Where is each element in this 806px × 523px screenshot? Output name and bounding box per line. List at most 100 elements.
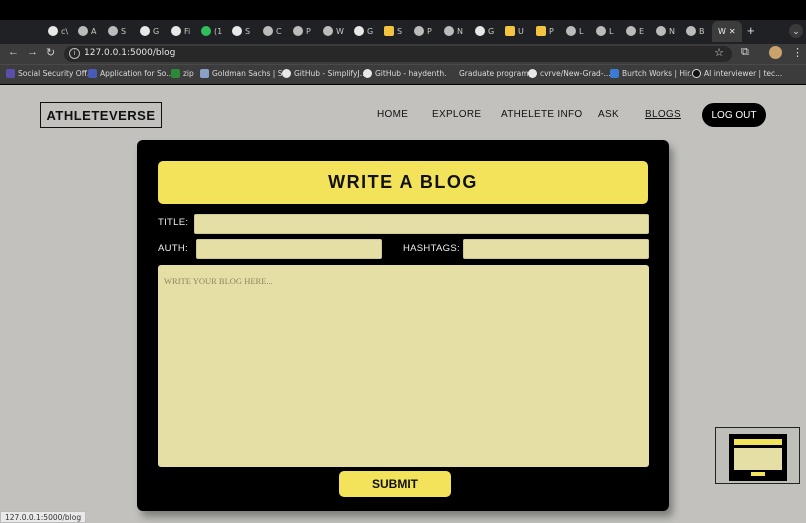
site-info-icon[interactable]: i <box>69 48 80 59</box>
github-icon <box>528 69 537 78</box>
bookmark-item[interactable]: zip <box>171 69 194 78</box>
browser-tab[interactable]: A <box>78 22 96 40</box>
browser-tab[interactable]: Fi <box>171 22 190 40</box>
globe-icon <box>596 26 606 36</box>
bookmark-item[interactable]: Graduate program... <box>447 69 536 78</box>
browser-tab[interactable]: (1 <box>201 22 222 40</box>
blog-body-textarea[interactable]: WRITE YOUR BLOG HERE... <box>158 265 649 467</box>
browser-tab[interactable]: P <box>536 22 554 40</box>
page-title: WRITE A BLOG <box>158 161 648 204</box>
mail-icon <box>414 26 424 36</box>
browser-menu-icon[interactable]: ⋮ <box>792 46 803 59</box>
forward-arrow-icon[interactable]: → <box>27 46 38 58</box>
bookmark-icon <box>88 69 97 78</box>
author-label: AUTH: <box>158 243 188 254</box>
github-icon <box>140 26 150 36</box>
browser-tab[interactable]: U <box>505 22 524 40</box>
address-bar[interactable]: i 127.0.0.1:5000/blog ☆ <box>64 46 732 62</box>
bookmarks-bar: Social Security Off... Application for S… <box>0 64 806 84</box>
bookmark-item[interactable]: Goldman Sachs | S... <box>200 69 290 78</box>
reload-icon[interactable]: ↻ <box>46 46 55 59</box>
blog-form-panel: WRITE A BLOG TITLE: AUTH: HASHTAGS: WRIT… <box>137 140 669 511</box>
mail-icon <box>293 26 303 36</box>
back-arrow-icon[interactable]: ← <box>8 46 19 58</box>
folder-icon <box>536 26 546 36</box>
browser-toolbar: ← → ↻ i 127.0.0.1:5000/blog ☆ ⧉ ⋮ <box>0 44 806 64</box>
nav-home[interactable]: HOME <box>377 109 408 120</box>
close-tab-icon[interactable]: ✕ <box>729 27 736 36</box>
folder-icon <box>384 26 394 36</box>
google-icon <box>354 26 364 36</box>
browser-tab-active[interactable]: W ✕ <box>712 21 742 42</box>
nav-athlete-info[interactable]: ATHELETE INFO <box>501 109 583 120</box>
nav-explore[interactable]: EXPLORE <box>432 109 481 120</box>
browser-tab[interactable]: P <box>293 22 311 40</box>
github-icon <box>48 26 58 36</box>
bookmark-icon <box>6 69 15 78</box>
globe-icon <box>78 26 88 36</box>
browser-tab[interactable]: C <box>263 22 282 40</box>
bookmark-item[interactable]: Burtch Works | Hir... <box>610 69 697 78</box>
title-input[interactable] <box>194 214 649 234</box>
browser-tab-strip: c\ A S G Fi (1 S C P W G S P N G U P L L… <box>0 0 806 44</box>
browser-tab[interactable]: N <box>656 22 675 40</box>
bookmark-item[interactable]: GitHub - haydenth... <box>363 69 451 78</box>
address-bar-url[interactable]: 127.0.0.1:5000/blog <box>84 48 175 58</box>
profile-avatar[interactable] <box>769 46 782 59</box>
new-tab-button[interactable]: + <box>747 23 755 38</box>
picture-in-picture-preview[interactable] <box>715 427 800 484</box>
globe-icon <box>263 26 273 36</box>
bookmark-star-icon[interactable]: ☆ <box>714 46 724 59</box>
nav-ask[interactable]: ASK <box>598 109 619 120</box>
preview-textarea <box>734 448 782 470</box>
hashtags-input[interactable] <box>463 239 649 259</box>
browser-tab[interactable]: S <box>232 22 250 40</box>
browser-tab[interactable]: L <box>596 22 613 40</box>
browser-tab[interactable]: G <box>475 22 494 40</box>
submit-button[interactable]: SUBMIT <box>339 471 451 497</box>
globe-icon <box>626 26 636 36</box>
browser-tab[interactable]: G <box>354 22 373 40</box>
blog-body-placeholder: WRITE YOUR BLOG HERE... <box>164 276 273 286</box>
whatsapp-icon <box>201 26 211 36</box>
bookmark-item[interactable]: GitHub - SimplifyJ... <box>282 69 367 78</box>
bookmark-icon <box>610 69 619 78</box>
bookmark-item[interactable]: Social Security Off... <box>6 69 94 78</box>
tab-search-button[interactable]: ⌄ <box>789 24 803 38</box>
nav-blogs[interactable]: BLOGS <box>645 109 681 120</box>
google-icon <box>232 26 242 36</box>
browser-tab[interactable]: L <box>566 22 583 40</box>
bookmark-icon <box>200 69 209 78</box>
bookmark-item[interactable]: cvrve/New-Grad-... <box>528 69 611 78</box>
bookmark-item[interactable]: Application for So... <box>88 69 173 78</box>
globe-icon <box>108 26 118 36</box>
logout-button[interactable]: LOG OUT <box>702 103 766 127</box>
extensions-icon[interactable]: ⧉ <box>741 46 749 59</box>
github-icon <box>171 26 181 36</box>
globe-icon <box>566 26 576 36</box>
status-bar-url: 127.0.0.1:5000/blog <box>0 511 87 523</box>
browser-tab[interactable]: S <box>108 22 126 40</box>
browser-tab[interactable]: N <box>444 22 463 40</box>
title-label: TITLE: <box>158 217 189 228</box>
bookmark-item[interactable]: AI interviewer | tec... <box>692 69 782 78</box>
hashtags-label: HASHTAGS: <box>403 243 460 254</box>
browser-tab[interactable]: E <box>626 22 644 40</box>
site-logo[interactable]: ATHLETEVERSE <box>40 102 162 128</box>
globe-icon <box>656 26 666 36</box>
page-viewport: ATHLETEVERSE HOME EXPLORE ATHELETE INFO … <box>0 85 806 523</box>
browser-tab[interactable]: B <box>686 22 705 40</box>
globe-icon <box>444 26 454 36</box>
browser-tab[interactable]: c\ <box>48 22 68 40</box>
globe-icon <box>686 26 696 36</box>
browser-tab[interactable]: G <box>140 22 159 40</box>
title-bar <box>0 0 806 20</box>
browser-tab[interactable]: S <box>384 22 402 40</box>
github-icon <box>363 69 372 78</box>
bookmark-icon <box>692 69 701 78</box>
browser-tab[interactable]: P <box>414 22 432 40</box>
google-icon <box>475 26 485 36</box>
author-input[interactable] <box>196 239 382 259</box>
browser-tab[interactable]: W <box>323 22 344 40</box>
folder-icon <box>505 26 515 36</box>
